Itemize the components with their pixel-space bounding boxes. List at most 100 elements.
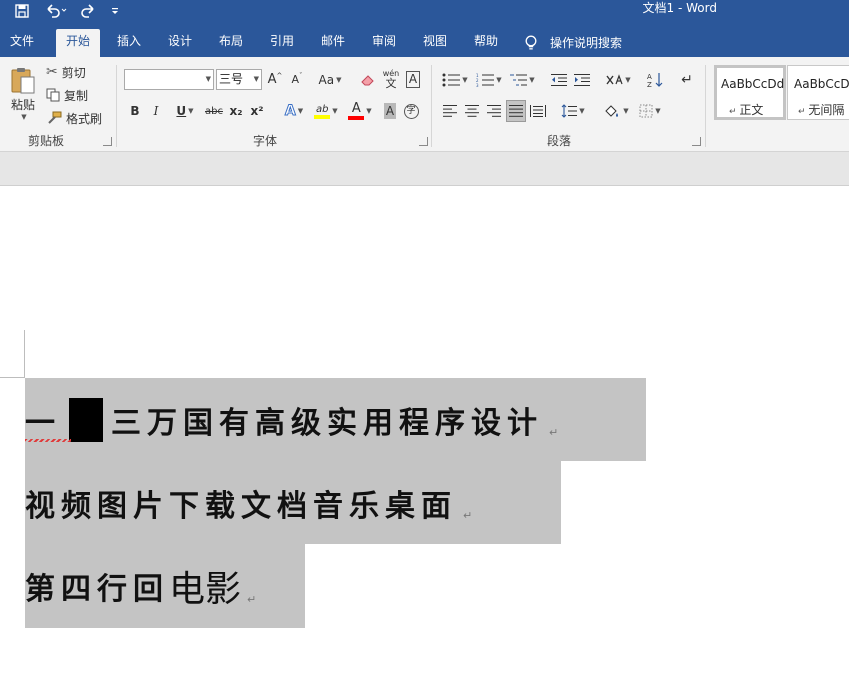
tab-help[interactable]: 帮助 xyxy=(465,29,507,57)
chinese-layout-button[interactable]: ▼ xyxy=(603,69,633,90)
tab-insert[interactable]: 插入 xyxy=(108,29,150,57)
line-1-start: 一 xyxy=(25,405,61,441)
style-no-spacing[interactable]: AaBbCcDd ↵ 无间隔 xyxy=(787,65,849,120)
style-normal-name: ↵ 正文 xyxy=(729,103,764,117)
font-size-combo[interactable]: 三号 ▼ xyxy=(216,69,262,90)
paste-button[interactable]: 粘贴 ▼ xyxy=(8,63,38,123)
borders-button[interactable]: ▼ xyxy=(635,101,665,121)
text-line-2[interactable]: 视频图片下载文档音乐桌面 ↵ xyxy=(25,461,561,544)
align-left-button[interactable] xyxy=(440,101,460,121)
bold-button[interactable]: B xyxy=(127,101,143,121)
style-no-spacing-sample: AaBbCcDd xyxy=(794,77,849,91)
tab-home[interactable]: 开始 xyxy=(56,29,100,57)
text-line-1[interactable]: 一 三万国有高级实用程序设计 ↵ xyxy=(25,378,646,461)
clipboard-launcher-icon[interactable] xyxy=(103,137,112,146)
line-3-text: 第四行回 xyxy=(25,572,169,607)
enclose-characters-button[interactable]: 字 xyxy=(402,101,420,121)
bullets-button[interactable]: ▼ xyxy=(440,69,470,90)
paragraph-mark-icon: ↵ xyxy=(798,107,809,117)
scissors-icon: ✂ xyxy=(46,64,58,80)
justify-button[interactable] xyxy=(506,100,526,122)
enclose-characters-icon: 字 xyxy=(403,103,419,119)
margin-marker xyxy=(0,377,25,378)
ribbon-tabs: 文件 开始 插入 设计 布局 引用 邮件 审阅 视图 帮助 操作说明搜索 xyxy=(0,29,849,57)
line-spacing-button[interactable]: ▼ xyxy=(558,101,588,121)
change-case-button[interactable]: Aa ▼ xyxy=(315,69,345,90)
tab-review[interactable]: 审阅 xyxy=(363,29,405,57)
chevron-down-icon: ▼ xyxy=(205,75,211,83)
copy-label: 复制 xyxy=(64,88,89,103)
clear-formatting-button[interactable] xyxy=(358,69,378,90)
tab-references[interactable]: 引用 xyxy=(261,29,303,57)
text-effects-button[interactable]: A ▼ xyxy=(279,101,309,121)
show-marks-button[interactable]: ↵ xyxy=(678,69,696,90)
font-name-combo[interactable]: ▼ xyxy=(124,69,214,90)
tell-me-search[interactable]: 操作说明搜索 xyxy=(524,29,622,57)
decrease-indent-button[interactable] xyxy=(549,69,569,90)
strikethrough-button[interactable]: abc xyxy=(203,101,225,121)
shading-button[interactable]: ▼ xyxy=(601,101,631,121)
save-icon[interactable] xyxy=(12,2,32,20)
tell-me-label: 操作说明搜索 xyxy=(550,35,623,50)
numbered-list-icon: 123 xyxy=(476,73,495,87)
customize-qat-icon[interactable] xyxy=(108,2,122,20)
sort-button[interactable]: AZ xyxy=(645,69,665,90)
cut-button[interactable]: ✂ 剪切 xyxy=(46,63,86,81)
phonetic-char-icon: 文 xyxy=(385,76,397,90)
distributed-icon xyxy=(530,105,546,117)
style-no-spacing-name: ↵ 无间隔 xyxy=(798,103,845,117)
paragraph-mark: ↵ xyxy=(549,426,559,439)
redo-icon[interactable] xyxy=(78,2,98,20)
font-color-button[interactable]: A ▼ xyxy=(345,99,375,123)
font-color-swatch xyxy=(348,116,365,120)
svg-text:Z: Z xyxy=(647,81,652,88)
bullet-list-icon xyxy=(442,73,461,86)
grow-font-icon: A xyxy=(267,72,277,87)
chevron-down-icon: ▼ xyxy=(462,75,468,84)
sort-icon: AZ xyxy=(647,72,663,88)
italic-button[interactable]: I xyxy=(148,101,164,121)
font-launcher-icon[interactable] xyxy=(419,137,428,146)
subscript-button[interactable]: x₂ xyxy=(227,101,245,121)
copy-icon xyxy=(46,88,60,102)
undo-icon[interactable] xyxy=(42,2,70,20)
align-center-icon xyxy=(465,105,479,117)
superscript-button[interactable]: x² xyxy=(248,101,266,121)
phonetic-guide-button[interactable]: wén 文 xyxy=(381,67,401,91)
paintbrush-icon xyxy=(48,111,62,124)
highlight-button[interactable]: ab ▼ xyxy=(311,99,341,123)
tab-file[interactable]: 文件 xyxy=(0,29,44,57)
tab-design[interactable]: 设计 xyxy=(159,29,201,57)
underline-icon: U xyxy=(176,104,187,118)
paragraph-launcher-icon[interactable] xyxy=(692,137,701,146)
paragraph-mark-icon: ↵ xyxy=(729,107,740,117)
copy-button[interactable]: 复制 xyxy=(46,86,88,104)
shrink-font-button[interactable]: Aˇ xyxy=(289,69,305,90)
cut-label: 剪切 xyxy=(61,65,86,80)
increase-indent-button[interactable] xyxy=(572,69,592,90)
document-canvas[interactable]: 一 三万国有高级实用程序设计 ↵ 视频图片下载文档音乐桌面 ↵ 第四行回 电影 … xyxy=(0,187,849,679)
svg-text:3: 3 xyxy=(476,83,479,87)
tab-layout[interactable]: 布局 xyxy=(210,29,252,57)
underline-button[interactable]: U ▼ xyxy=(170,101,200,121)
character-border-icon: A xyxy=(405,71,421,88)
clipboard-group-label: 剪贴板 xyxy=(27,134,64,148)
multilevel-list-button[interactable]: ▼ xyxy=(507,69,537,90)
highlighter-icon: ab xyxy=(316,103,329,115)
tab-view[interactable]: 视图 xyxy=(414,29,456,57)
character-border-button[interactable]: A xyxy=(404,69,422,90)
text-effects-icon: A xyxy=(284,103,296,120)
group-divider xyxy=(705,65,706,147)
tab-mailings[interactable]: 邮件 xyxy=(312,29,354,57)
shrink-font-icon: A xyxy=(291,73,300,86)
align-right-button[interactable] xyxy=(484,101,504,121)
align-center-button[interactable] xyxy=(462,101,482,121)
numbering-button[interactable]: 123 ▼ xyxy=(474,69,504,90)
text-line-3[interactable]: 第四行回 电影 ↵ xyxy=(25,544,305,628)
format-painter-button[interactable]: 格式刷 xyxy=(46,109,102,127)
style-normal[interactable]: AaBbCcDd ↵ 正文 xyxy=(714,65,786,120)
change-case-icon: Aa xyxy=(318,72,335,87)
grow-font-button[interactable]: A ^ xyxy=(266,69,284,90)
distributed-button[interactable] xyxy=(528,101,548,121)
character-shading-button[interactable]: A xyxy=(381,101,399,121)
